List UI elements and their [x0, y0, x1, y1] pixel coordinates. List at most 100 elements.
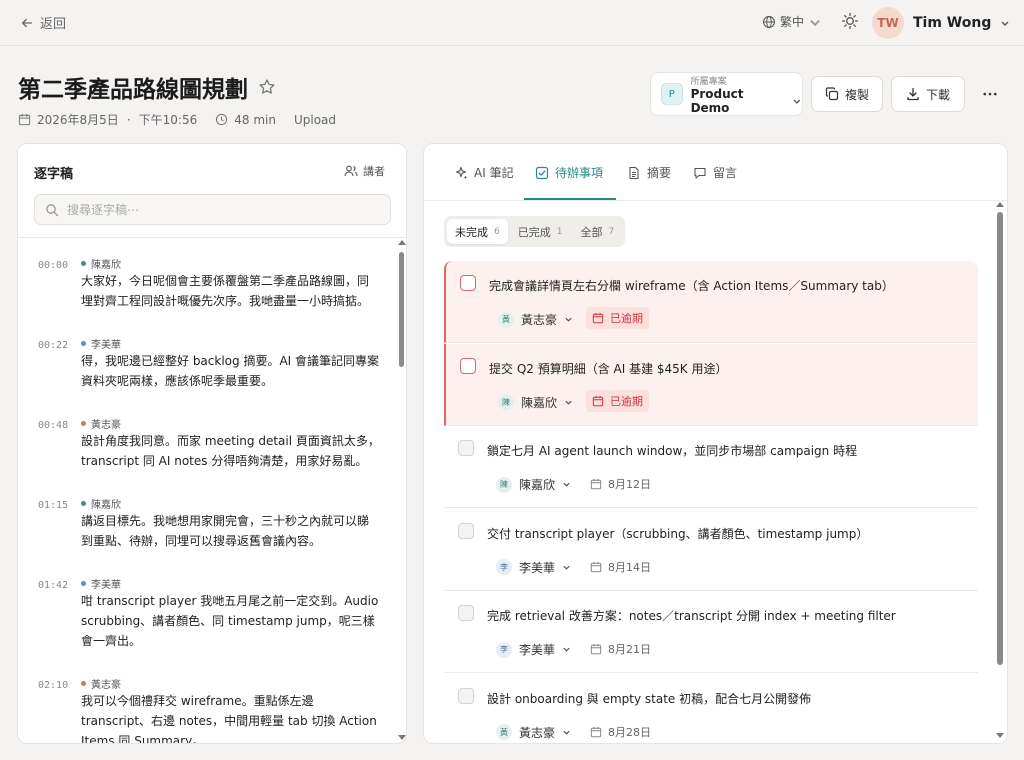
scroll-thumb[interactable] [997, 212, 1003, 665]
speaker-tag: 李美華 [81, 336, 121, 351]
task-checkbox[interactable] [458, 522, 474, 539]
transcript-title: 逐字稿 [34, 167, 74, 182]
scroll-up-arrow[interactable] [996, 202, 1004, 207]
back-button[interactable]: 返回 [20, 13, 66, 32]
transcript-panel: 逐字稿 講者 00:00陳嘉欣大家好，今日呢個會主要係覆盤第二季產品路線圖，同埋… [17, 143, 407, 744]
due-date[interactable]: 8月14日 [590, 559, 651, 575]
chevron-down-icon [810, 19, 820, 26]
assignee-selector[interactable]: 陳陳嘉欣 [498, 394, 573, 411]
star-icon[interactable] [258, 78, 276, 96]
action-item: 完成會議詳情頁左右分欄 wireframe（含 Action Items／Sum… [444, 261, 978, 343]
tab-bar: AI 筆記 待辦事項 摘要 留言 [424, 144, 1007, 201]
filter-label: 已完成 [517, 225, 551, 239]
assignee-avatar: 李 [496, 559, 512, 575]
assignee-selector[interactable]: 黃黃志豪 [498, 311, 573, 328]
avatar: TW [872, 7, 904, 39]
page-title: 第二季產品路線圖規劃 [18, 77, 248, 103]
project-name-row: Product Demo [691, 87, 802, 115]
language-label: 繁中 [780, 15, 805, 29]
task-title[interactable]: 設計 onboarding 與 empty state 初稿，配合七月公開發佈 [487, 690, 811, 707]
project-badge: P [661, 83, 683, 105]
action-item: 提交 Q2 預算明細（含 AI 基建 $45K 用途） 陳陳嘉欣 已逾期 [444, 343, 978, 426]
scroll-thumb[interactable] [399, 252, 404, 367]
timestamp[interactable]: 00:22 [38, 340, 68, 351]
task-checkbox[interactable] [458, 605, 474, 621]
copy-label: 複製 [844, 87, 869, 102]
chevron-down-icon [565, 317, 572, 322]
speaker-name: 陳嘉欣 [91, 260, 121, 271]
tab-comments[interactable]: 留言 [693, 164, 737, 181]
timestamp[interactable]: 01:42 [38, 580, 68, 591]
language-selector[interactable]: 繁中 [762, 13, 822, 30]
filter-completed[interactable]: 已完成 1 [510, 219, 571, 244]
top-bar: 返回 繁中 TW Tim Wong [0, 0, 1024, 46]
action-item: 完成 retrieval 改善方案：notes／transcript 分開 in… [444, 591, 978, 673]
speaker-tag: 黃志豪 [81, 416, 121, 431]
meeting-meta: 2026年8月5日 · 下午10:56 48 min Upload [18, 111, 336, 128]
scroll-down-arrow[interactable] [398, 735, 406, 740]
speaker-color-dot [81, 341, 86, 346]
due-date[interactable]: 8月12日 [590, 476, 651, 492]
tab-action-items[interactable]: 待辦事項 [535, 164, 603, 181]
calendar-icon [590, 726, 602, 737]
transcript-scrollbar[interactable] [398, 240, 406, 740]
timestamp[interactable]: 00:00 [38, 260, 68, 271]
due-label: 8月21日 [608, 643, 651, 656]
task-checkbox[interactable] [458, 687, 474, 704]
duration-value: 48 min [234, 112, 276, 127]
due-date[interactable]: 8月21日 [590, 641, 651, 657]
speaker-color-dot [81, 681, 86, 686]
search-input[interactable] [67, 202, 367, 217]
tab-ai-notes[interactable]: AI 筆記 [454, 164, 514, 181]
copy-button[interactable]: 複製 [811, 76, 883, 112]
assignee-selector[interactable]: 陳陳嘉欣 [496, 476, 571, 493]
tab-summary[interactable]: 摘要 [627, 164, 671, 181]
speaker-color-dot [81, 421, 86, 426]
assignee-selector[interactable]: 李李美華 [496, 559, 571, 576]
search-icon [46, 203, 59, 216]
task-title[interactable]: 提交 Q2 預算明細（含 AI 基建 $45K 用途） [489, 360, 728, 377]
people-icon [344, 165, 358, 177]
assignee-selector[interactable]: 李李美華 [496, 641, 571, 658]
meeting-time: 下午10:56 [138, 113, 198, 127]
task-checkbox[interactable] [460, 357, 476, 374]
task-title[interactable]: 完成會議詳情頁左右分欄 wireframe（含 Action Items／Sum… [489, 277, 894, 294]
task-title[interactable]: 鎖定七月 AI agent launch window，並同步市場部 campa… [487, 442, 857, 459]
scroll-up-arrow[interactable] [398, 240, 406, 245]
speaker-name: 李美華 [91, 580, 121, 591]
meeting-datetime: 2026年8月5日 · 下午10:56 [18, 111, 197, 128]
transcript-list: 00:00 陳嘉欣 大家好，今日呢個會主要係覆盤第二季產品路線圖，同 埋對齊工程同設計… [18, 238, 396, 743]
sparkle-icon [455, 166, 468, 179]
speaker-tag: 李美華 [81, 576, 121, 591]
project-selector[interactable]: P 所屬專案 Product Demo [650, 72, 803, 116]
task-title[interactable]: 完成 retrieval 改善方案：notes／transcript 分開 in… [487, 607, 896, 624]
filter-label: 全部 [580, 225, 603, 239]
timestamp[interactable]: 01:15 [38, 500, 68, 511]
speaker-name: 黃志豪 [91, 680, 121, 691]
filter-all[interactable]: 全部 7 [572, 219, 622, 244]
download-button[interactable]: 下載 [891, 76, 965, 112]
task-title[interactable]: 交付 transcript player（scrubbing、講者顏色、time… [487, 525, 868, 542]
filter-incomplete[interactable]: 未完成 6 [447, 219, 508, 244]
filter-label: 未完成 [455, 225, 488, 239]
transcript-text-line: 埋對齊工程同設計嘅優先次序。我哋盡量一小時搞掂。 [81, 294, 370, 308]
task-checkbox[interactable] [458, 440, 474, 456]
scroll-down-arrow[interactable] [996, 733, 1004, 738]
due-date[interactable]: 8月28日 [590, 724, 651, 740]
assignee-avatar: 李 [496, 641, 512, 658]
theme-toggle-sun-icon[interactable] [841, 12, 859, 30]
assignee-selector[interactable]: 黃黃志豪 [496, 724, 571, 741]
action-items-scrollbar[interactable] [995, 200, 1005, 741]
timestamp[interactable]: 02:10 [38, 680, 68, 691]
task-checkbox[interactable] [460, 275, 476, 291]
action-items-list: 完成會議詳情頁左右分欄 wireframe（含 Action Items／Sum… [444, 261, 978, 743]
transcript-search[interactable] [34, 194, 391, 225]
overdue-badge[interactable]: 已逾期 [586, 307, 649, 329]
timestamp[interactable]: 00:48 [38, 420, 68, 431]
speaker-name: 陳嘉欣 [91, 500, 121, 511]
due-label: 已逾期 [610, 394, 643, 408]
overdue-badge[interactable]: 已逾期 [586, 389, 649, 412]
speaker-filter-button[interactable]: 講者 [344, 163, 385, 179]
user-menu[interactable]: TW Tim Wong [872, 7, 1010, 39]
more-options-button[interactable] [980, 84, 1000, 104]
